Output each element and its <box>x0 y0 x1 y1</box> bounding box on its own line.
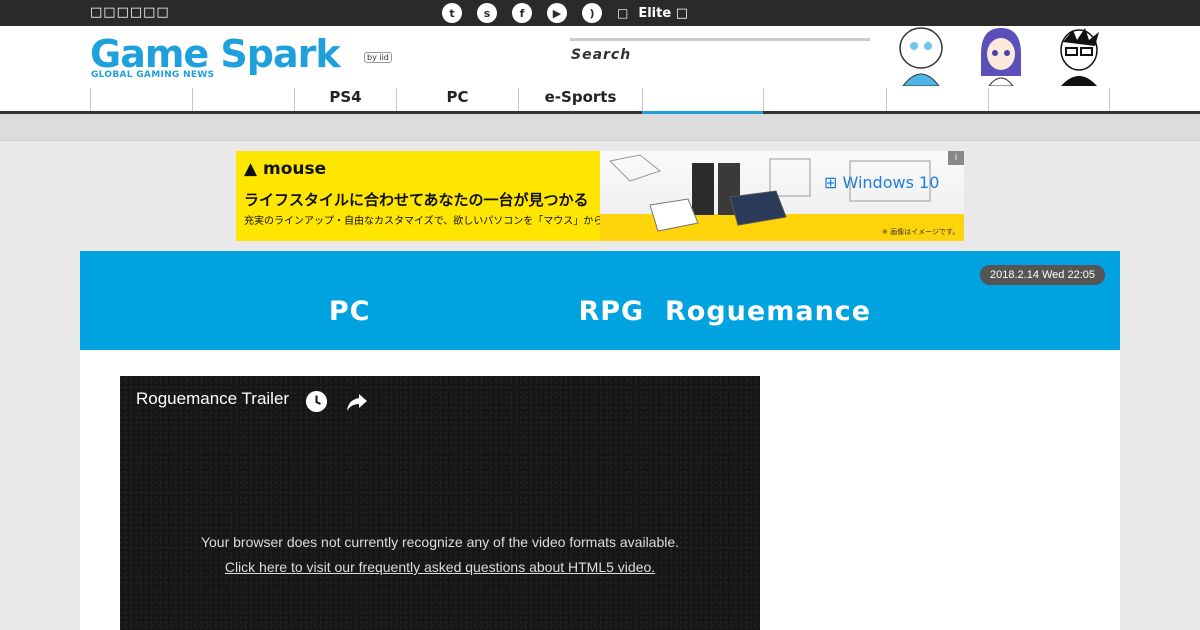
share-icon[interactable] <box>345 391 369 413</box>
video-faq-link[interactable]: Click here to visit our frequently asked… <box>120 559 760 575</box>
nav-item-7[interactable] <box>763 88 886 112</box>
youtube-icon[interactable]: ▶ <box>547 3 567 23</box>
nav-item-1[interactable] <box>90 88 192 112</box>
facebook-icon[interactable]: f <box>512 3 532 23</box>
nav-item-pc[interactable]: PC <box>396 88 518 112</box>
nav-item-9[interactable] <box>988 88 1109 112</box>
logo-badge: by iid <box>364 52 392 63</box>
nav-item-ps4[interactable]: PS4 <box>294 88 396 112</box>
nav-item-2[interactable] <box>192 88 294 112</box>
sub-nav-strip <box>0 114 1200 141</box>
rss-icon[interactable]: ) <box>582 3 602 23</box>
windows-logo: ⊞ Windows 10 <box>824 173 940 192</box>
main-nav: PS4 PC e-Sports <box>90 88 1110 112</box>
watch-later-icon[interactable] <box>306 391 327 412</box>
mascot-avatar-1[interactable] <box>895 26 947 86</box>
twitter-icon[interactable]: t <box>442 3 462 23</box>
top-bar: □□□□□□ t s f ▶ ) □ Elite □ <box>0 0 1200 26</box>
site-header: Game Spark GLOBAL GAMING NEWS by iid Sea… <box>0 26 1200 112</box>
article-header: 2018.2.14 Wed 22:05 PC RPG Roguemance <box>80 251 1120 350</box>
nav-item-8[interactable] <box>886 88 988 112</box>
top-bar-text[interactable]: □□□□□□ <box>90 5 170 20</box>
logo-subtitle: GLOBAL GAMING NEWS <box>91 70 215 80</box>
mascot-avatar-2[interactable] <box>975 26 1027 86</box>
video-player[interactable]: Roguemance Trailer Your browser does not… <box>120 376 760 630</box>
nav-item-6[interactable] <box>642 88 763 112</box>
article-date: 2018.2.14 Wed 22:05 <box>980 265 1105 285</box>
article-title: PC RPG Roguemance <box>328 296 872 327</box>
ad-subline: 充実のラインアップ・自由なカスタマイズで、欲しいパソコンを「マウス」から <box>244 216 604 227</box>
video-title[interactable]: Roguemance Trailer <box>136 389 289 409</box>
mascot-avatars <box>895 26 1110 88</box>
mascot-avatar-3[interactable] <box>1053 26 1105 86</box>
steam-icon[interactable]: s <box>477 3 497 23</box>
site-logo[interactable]: Game Spark GLOBAL GAMING NEWS by iid <box>90 32 400 82</box>
nav-divider <box>1109 88 1110 112</box>
ad-info-icon[interactable]: i <box>948 151 964 165</box>
ad-note: ※ 画像はイメージです。 <box>882 228 960 236</box>
ad-headline: ライフスタイルに合わせてあなたの一台が見つかる <box>244 191 589 209</box>
social-links: t s f ▶ ) □ Elite □ <box>442 3 688 23</box>
search-box[interactable]: Search <box>570 38 870 64</box>
ad-banner[interactable]: ▲ mouse ライフスタイルに合わせてあなたの一台が見つかる 充実のラインアッ… <box>236 151 964 241</box>
video-error-message: Your browser does not currently recogniz… <box>200 534 680 550</box>
ad-brand: ▲ mouse <box>244 159 327 179</box>
nav-item-esports[interactable]: e-Sports <box>518 88 642 112</box>
elite-link[interactable]: Elite □ <box>638 6 688 21</box>
search-label: Search <box>571 47 632 63</box>
lock-icon[interactable]: □ <box>617 6 628 20</box>
